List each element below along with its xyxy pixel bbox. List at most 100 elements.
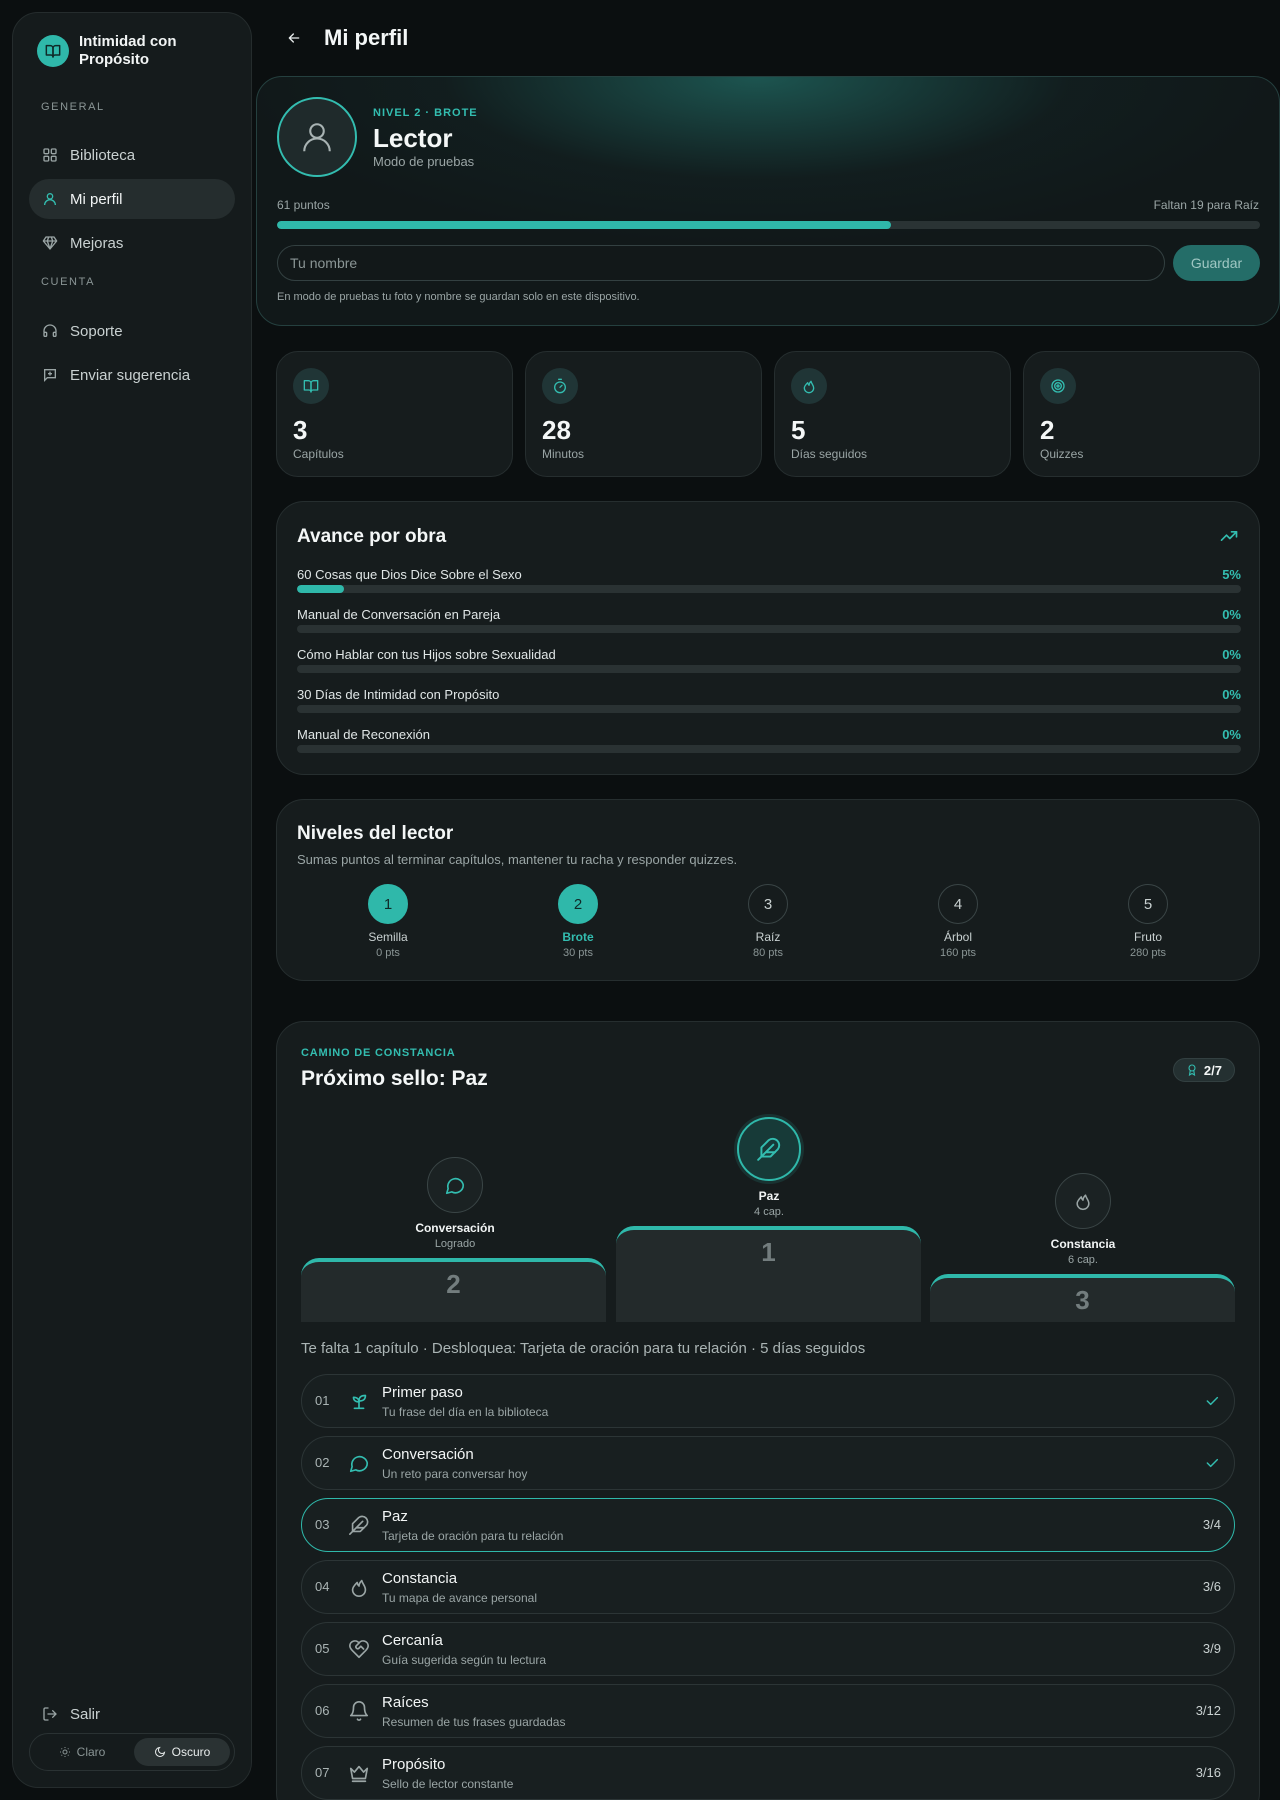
sun-icon [59,1747,70,1757]
book-icon [293,368,329,404]
level-number: 5 [1128,884,1168,924]
step-number: 04 [315,1579,330,1594]
brand[interactable]: Intimidad con Propósito [37,33,237,69]
level-name: Fruto [1133,930,1162,944]
nav-section-account: CUENTA [41,276,96,288]
work-title: Cómo Hablar con tus Hijos sobre Sexualid… [297,647,556,662]
work-row[interactable]: Manual de Reconexión 0% [297,727,1241,757]
sidebar-item-soporte[interactable]: Soporte [29,311,235,351]
step-progress: 3/4 [1202,1517,1221,1532]
seal-name: Conversación [415,1221,495,1235]
save-button[interactable]: Guardar [1173,245,1260,281]
level-item: 3 Raíz 80 pts [708,884,828,959]
stat-card-streak: 5 Días seguidos [774,351,1011,477]
chat-bubble-icon [349,1455,369,1473]
stat-card-minutes: 28 Minutos [525,351,762,477]
path-step[interactable]: 03 Paz Tarjeta de oración para tu relaci… [301,1498,1235,1552]
back-button[interactable] [280,24,308,52]
path-step[interactable]: 01 Primer paso Tu frase del día en la bi… [301,1374,1235,1428]
level-points: 30 pts [563,947,593,959]
headset-icon [43,324,57,337]
work-row[interactable]: Manual de Conversación en Pareja 0% [297,607,1241,637]
stat-card-chapters: 3 Capítulos [276,351,513,477]
work-title: 30 Días de Intimidad con Propósito [297,687,500,702]
diamond-icon [42,236,58,250]
seal-conversacion[interactable]: Conversación Logrado [355,1157,555,1250]
level-points: 280 pts [1129,947,1167,959]
step-subtitle: Tu frase del día en la biblioteca [382,1405,549,1419]
sidebar-item-mejoras[interactable]: Mejoras [29,223,235,263]
chat-bubble-icon [427,1157,483,1213]
stat-card-quizzes: 2 Quizzes [1023,351,1260,477]
work-progress-bar [297,665,1241,673]
step-subtitle: Sello de lector constante [382,1777,514,1791]
sidebar-item-label: Mi perfil [70,190,123,208]
path-summary: Te falta 1 capítulo · Desbloquea: Tarjet… [301,1340,866,1357]
theme-dark-button[interactable]: Oscuro [134,1738,230,1766]
seal-name: Constancia [1050,1237,1116,1251]
works-title: Avance por obra [297,526,447,547]
name-input[interactable] [277,245,1165,281]
work-progress-bar [297,745,1241,753]
path-step[interactable]: 04 Constancia Tu mapa de avance personal… [301,1560,1235,1614]
sidebar-item-label: Enviar sugerencia [70,366,191,384]
level-item: 1 Semilla 0 pts [328,884,448,959]
work-row[interactable]: 30 Días de Intimidad con Propósito 0% [297,687,1241,717]
theme-toggle: Claro Oscuro [29,1733,235,1771]
work-progress-fill [297,585,345,593]
moon-icon [154,1746,165,1757]
seal-status: Logrado [434,1238,476,1250]
step-number: 06 [315,1703,330,1718]
sidebar-item-mi-perfil[interactable]: Mi perfil [29,179,235,219]
feather-icon [737,1117,801,1181]
level-item: 4 Árbol 160 pts [898,884,1018,959]
sidebar-item-enviar-sugerencia[interactable]: Enviar sugerencia [29,355,235,395]
open-book-icon [37,35,69,67]
stat-value: 28 [542,415,571,445]
logout-button[interactable]: Salir [29,1694,235,1734]
target-icon [1040,368,1076,404]
work-percent: 0% [1222,687,1241,702]
step-subtitle: Tu mapa de avance personal [382,1591,537,1605]
work-progress-bar [297,585,1241,593]
path-title: Próximo sello: Paz [301,1067,488,1090]
theme-light-button[interactable]: Claro [34,1738,130,1766]
seal-count: 2/7 [1203,1062,1222,1078]
step-progress: 3/16 [1195,1765,1221,1780]
arrow-left-icon [288,33,300,43]
avatar[interactable] [277,97,357,177]
level-number: 1 [368,884,408,924]
page-title: Mi perfil [324,25,409,50]
step-title: Propósito [382,1756,446,1773]
level-name: Árbol [943,930,972,944]
sidebar-item-label: Mejoras [70,234,124,252]
path-step[interactable]: 07 Propósito Sello de lector constante 3… [301,1746,1235,1800]
grid-icon [43,148,57,162]
seal-constancia[interactable]: Constancia 6 cap. [983,1173,1183,1266]
step-number: 02 [315,1455,330,1470]
path-step[interactable]: 02 Conversación Un reto para conversar h… [301,1436,1235,1490]
stat-label: Minutos [542,447,585,461]
profile-name: Lector [373,123,453,153]
podium-block-3: 3 [930,1274,1235,1322]
step-title: Conversación [382,1446,474,1463]
work-row[interactable]: 60 Cosas que Dios Dice Sobre el Sexo 5% [297,567,1241,597]
podium-block-2: 2 [301,1258,606,1322]
work-percent: 0% [1222,727,1241,742]
step-title: Primer paso [382,1384,463,1401]
works-progress-card: Avance por obra 60 Cosas que Dios Dice S… [276,501,1260,775]
step-progress: 3/12 [1195,1703,1221,1718]
sidebar-item-biblioteca[interactable]: Biblioteca [29,135,235,175]
path-step[interactable]: 06 Raíces Resumen de tus frases guardada… [301,1684,1235,1738]
path-step[interactable]: 05 Cercanía Guía sugerida según tu lectu… [301,1622,1235,1676]
seal-paz[interactable]: Paz 4 cap. [669,1117,869,1218]
award-icon [1188,1064,1196,1076]
seal-count-badge: 2/7 [1172,1058,1235,1082]
step-title: Constancia [382,1570,458,1587]
work-row[interactable]: Cómo Hablar con tus Hijos sobre Sexualid… [297,647,1241,677]
podium-block-1: 1 [616,1226,921,1322]
step-progress: 3/9 [1202,1641,1221,1656]
profile-mode: Modo de pruebas [373,154,475,169]
flame-icon [1055,1173,1111,1229]
points-label: 61 puntos [277,198,330,212]
